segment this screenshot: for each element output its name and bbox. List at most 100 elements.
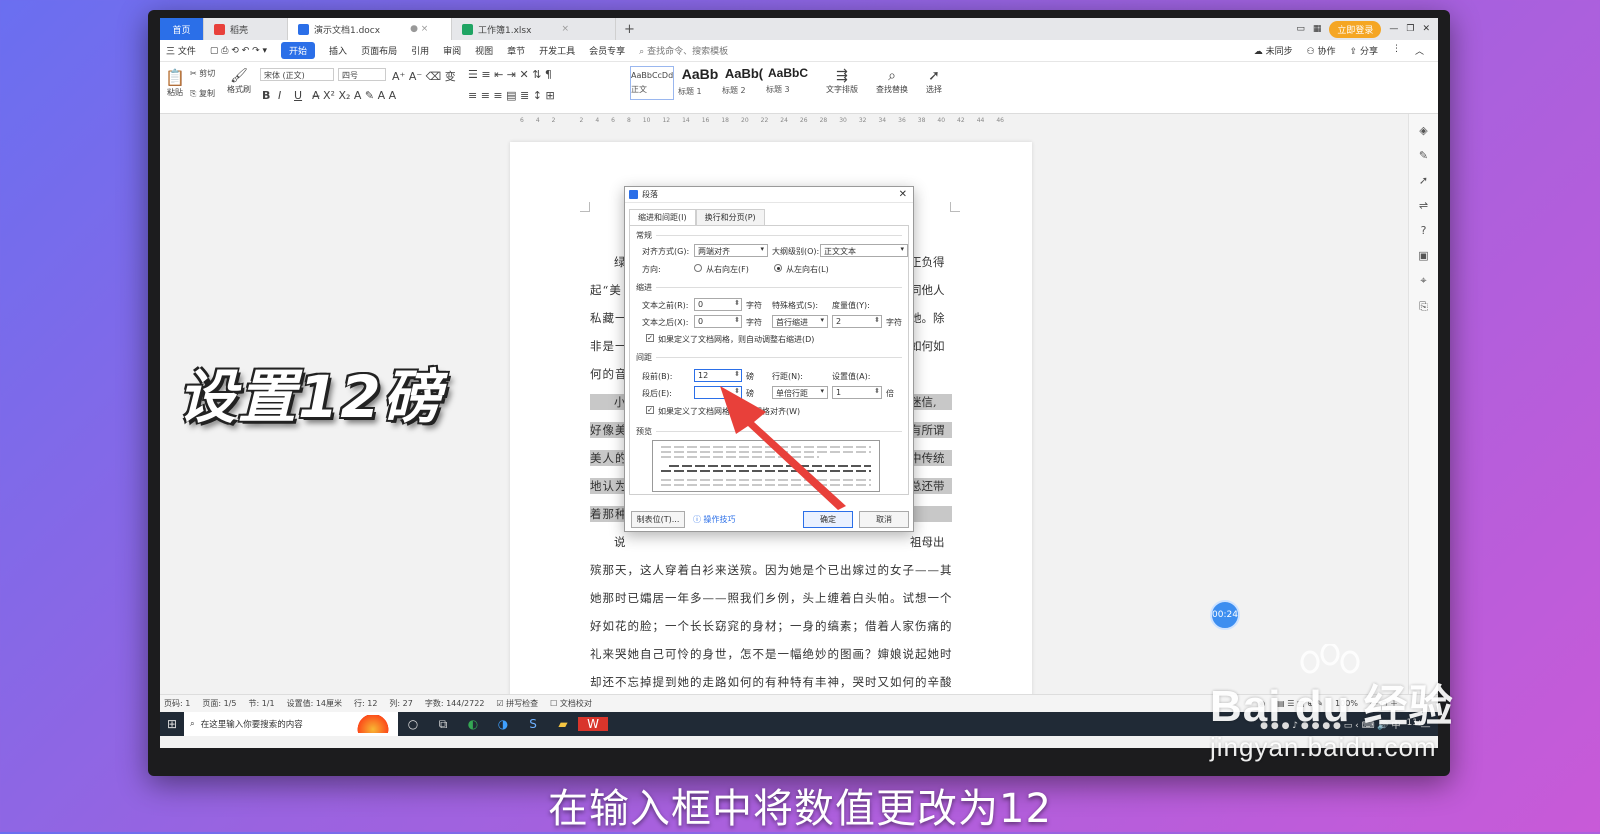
menu-review[interactable]: 审阅 [443,44,461,57]
document-line-fragment[interactable]: 同他人 [910,282,945,298]
pointer-icon[interactable]: ➚ [1409,174,1438,187]
browser-icon[interactable]: ◐ [458,717,488,731]
font-name-select[interactable]: 宋体 (正文) [260,68,334,81]
menu-member[interactable]: 会员专享 [589,44,625,57]
outline-level-select[interactable]: 正文文本 [820,244,908,257]
grid-icon[interactable]: ▦ [1313,24,1322,34]
tabs-button[interactable]: 制表位(T)... [631,511,685,528]
measure-input[interactable]: 2 [832,315,882,328]
backup-icon[interactable]: ⎘ [1409,300,1438,314]
ok-button[interactable]: 确定 [803,511,853,528]
quick-access-icons[interactable]: ▢ ⎙ ⟲ ↶ ↷ ▾ [210,46,267,56]
proofread-button[interactable]: ☐ 文档校对 [550,698,592,709]
adjust-icon[interactable]: ⇌ [1409,199,1438,212]
taskbar-search[interactable]: ⌕ 在这里输入你要搜索的内容 [184,712,398,736]
document-line[interactable]: 说 [590,534,952,550]
cancel-button[interactable]: 取消 [859,511,909,528]
command-search[interactable]: ⌕ 查找命令、搜索模板 [639,44,728,57]
select-button[interactable]: ➚ 选择 [926,68,942,95]
wps-icon[interactable]: W [578,717,608,731]
login-button[interactable]: 立即登录 [1329,20,1382,38]
tab-indent-spacing[interactable]: 缩进和间距(I) [629,209,696,225]
special-format-select[interactable]: 首行缩进 [772,315,828,328]
list-icons[interactable]: ☰ ≡ ⇤ ⇥ ✕ ⇅ ¶ [468,68,552,81]
windows-start-icon[interactable]: ⊞ [160,717,184,731]
tab-document[interactable]: 演示文档1.docx ● × [288,18,452,40]
location-icon[interactable]: ⌖ [1409,274,1438,288]
grid-align-checkbox[interactable]: ✓ [646,406,654,414]
style-pane-icon[interactable]: ◈ [1409,124,1438,137]
document-line-fragment[interactable]: 她。除 [910,310,945,326]
more-icon[interactable]: ⋮ [1392,44,1401,57]
bold-icon[interactable]: B [262,89,270,102]
status-words[interactable]: 字数: 144/2722 [425,698,485,709]
menu-references[interactable]: 引用 [411,44,429,57]
pen-icon[interactable]: ✎ [1409,149,1438,162]
document-line-fragment[interactable]: 总还带 [910,478,945,494]
document-line-fragment[interactable]: 有所谓 [910,422,945,438]
restore-icon[interactable]: ❐ [1406,24,1414,34]
edge-icon[interactable]: ◑ [488,717,518,731]
italic-icon[interactable]: I [278,89,281,102]
new-tab-plus-icon[interactable]: + [624,22,635,37]
close-window-icon[interactable]: ✕ [1422,24,1430,34]
sogou-icon[interactable]: S [518,717,548,731]
spell-check-button[interactable]: ☑ 拼写检查 [496,698,538,709]
spacing-before-input[interactable]: 12 [694,369,742,382]
format-painter-button[interactable]: 🖌 格式刷 [226,68,252,95]
task-view-icon[interactable]: ⧉ [428,717,458,732]
style-heading1[interactable]: AaBb 标题 1 [678,66,722,100]
image-icon[interactable]: ▣ [1409,249,1438,262]
document-line[interactable]: 殡那天，这人穿着白衫来送殡。因为她是个已出嫁过的女子——其实 [590,562,952,578]
copy-button[interactable]: ⎘ 复制 [190,88,215,99]
layout-icon[interactable]: ▭ [1296,24,1305,34]
text-layout-button[interactable]: ⇶ 文字排版 [826,68,858,95]
document-line[interactable]: 却还不忘掉提到她的走路如何的有种特有丰神，哭时又如何的辛酸凄 [590,674,952,690]
sync-button[interactable]: ☁ 未同步 [1254,44,1293,57]
menu-sections[interactable]: 章节 [507,44,525,57]
minimize-icon[interactable]: — [1389,24,1398,34]
before-text-input[interactable]: 0 [694,298,742,311]
underline-icon[interactable]: U [294,89,302,102]
menu-start[interactable]: 开始 [281,42,316,59]
collapse-ribbon-icon[interactable]: ︿ [1415,44,1424,57]
cortana-icon[interactable]: ○ [398,717,428,731]
horizontal-ruler[interactable]: 6 4 2 2 4 6 8 10 12 14 16 18 20 22 24 26 28 30 32 34 36 38 40 4… [520,114,1020,126]
close-icon[interactable]: ✕ [899,189,907,200]
document-line-fragment[interactable]: 如何如 [910,338,945,354]
share-button[interactable]: ⇪ 分享 [1350,44,1378,57]
style-heading2[interactable]: AaBb( 标题 2 [722,66,766,100]
document-line[interactable]: 礼来哭她自己可怜的身世，怎不是一幅绝妙的图画？婶娘说起她时， [590,646,952,662]
align-icons[interactable]: ≡ ≡ ≡ ▤ ≣ ↕ ⊞ [468,89,555,102]
tips-link[interactable]: ⓘ 操作技巧 [693,514,736,525]
font-grow-shrink-icons[interactable]: A⁺ A⁻ ⌫ 变 [392,68,456,84]
grid-indent-checkbox[interactable]: ✓ [646,334,654,342]
file-menu[interactable]: 三 文件 [166,44,196,57]
tab-workbook[interactable]: 工作簿1.xlsx × [452,18,616,40]
document-line-fragment[interactable]: 祖母出 [910,534,945,550]
document-line[interactable]: 好如花的脸；一个长长窈窕的身材；一身的缟素；借着人家伤痛的丧 [590,618,952,634]
menu-insert[interactable]: 插入 [329,44,347,57]
close-icon[interactable]: × [561,24,569,34]
text-format-icons[interactable]: A̶ X² X₂ A ✎ A A [312,89,396,102]
alignment-select[interactable]: 两端对齐 [694,244,768,257]
document-line-fragment[interactable]: 正负得 [910,254,945,270]
menu-page-layout[interactable]: 页面布局 [361,44,397,57]
tab-docer[interactable]: 稻壳 [204,18,288,40]
find-replace-button[interactable]: ⌕ 查找替换 [876,68,908,95]
tab-line-page-breaks[interactable]: 换行和分页(P) [695,209,765,225]
cut-button[interactable]: ✂ 剪切 [190,68,215,79]
document-line[interactable]: 她那时已孀居一年多——照我们乡例，头上缠着白头帕。试想一个静 [590,590,952,606]
font-size-select[interactable]: 四号 [338,68,386,81]
help-icon[interactable]: ? [1409,224,1438,237]
document-line-fragment[interactable]: 中传统 [910,450,945,466]
rtl-radio[interactable] [694,264,702,272]
collab-button[interactable]: ⚇ 协作 [1307,44,1336,57]
after-text-input[interactable]: 0 [694,315,742,328]
close-icon[interactable]: ● × [410,24,428,34]
tab-home[interactable]: 首页 [160,18,204,40]
menu-view[interactable]: 视图 [475,44,493,57]
paste-button[interactable]: 📋 粘贴 [164,68,186,98]
folder-icon[interactable]: ▰ [548,717,578,731]
menu-developer[interactable]: 开发工具 [539,44,575,57]
